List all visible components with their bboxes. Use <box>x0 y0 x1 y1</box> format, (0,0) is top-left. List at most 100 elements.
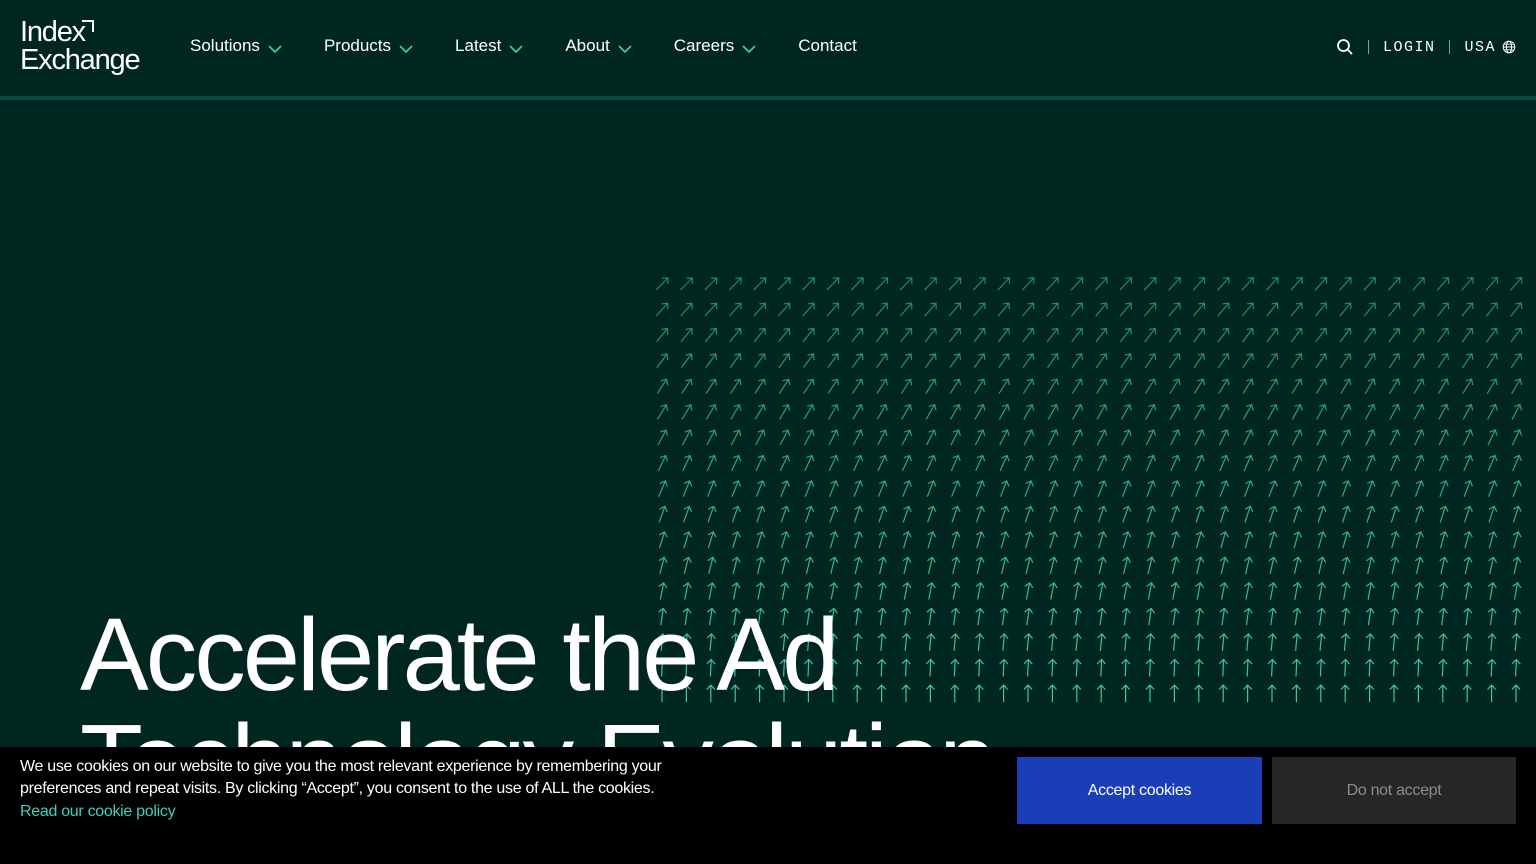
arrow-mark <box>1095 353 1108 369</box>
arrow-mark <box>1171 505 1181 523</box>
arrow-mark <box>1073 480 1083 497</box>
nav-item-about[interactable]: About <box>565 36 632 56</box>
arrow-mark <box>803 429 815 446</box>
arrow-mark <box>1293 530 1303 549</box>
arrow-mark <box>1195 505 1205 523</box>
arrow-mark <box>1510 302 1523 317</box>
arrow-mark <box>878 582 887 600</box>
arrow-mark <box>1194 403 1205 420</box>
nav-item-contact[interactable]: Contact <box>798 36 857 56</box>
arrow-mark <box>1266 353 1279 369</box>
arrow-mark <box>1414 429 1425 446</box>
accept-cookies-button[interactable]: Accept cookies <box>1017 757 1262 824</box>
arrow-mark <box>1000 582 1009 600</box>
arrow-mark <box>1096 378 1108 394</box>
nav-item-products[interactable]: Products <box>324 36 413 56</box>
arrow-mark <box>1512 454 1522 472</box>
nav-item-solutions[interactable]: Solutions <box>190 36 282 56</box>
arrow-mark <box>1462 684 1472 703</box>
arrow-mark <box>927 556 936 575</box>
index-exchange-logo[interactable]: Index Exchange <box>20 18 150 78</box>
arrow-mark <box>951 480 961 497</box>
arrow-mark <box>973 302 986 317</box>
arrow-mark <box>1097 581 1107 600</box>
arrow-mark <box>1439 581 1449 600</box>
arrow-mark <box>998 353 1010 369</box>
arrow-mark <box>1317 530 1327 549</box>
arrow-mark <box>1047 429 1059 446</box>
arrow-mark <box>1120 378 1132 394</box>
arrow-mark <box>972 277 986 291</box>
cookie-policy-link[interactable]: Read our cookie policy <box>20 801 176 823</box>
arrow-mark <box>1071 378 1084 394</box>
arrow-mark <box>804 480 815 497</box>
arrow-mark <box>926 480 937 497</box>
arrow-mark <box>1462 378 1474 395</box>
arrow-mark <box>802 277 815 291</box>
arrow-mark <box>1389 403 1401 420</box>
arrow-mark <box>1047 403 1059 420</box>
search-icon[interactable] <box>1336 38 1354 56</box>
arrow-mark <box>1194 429 1205 446</box>
arrow-mark <box>1146 530 1156 549</box>
arrow-mark <box>706 454 717 472</box>
arrow-mark <box>1023 403 1035 420</box>
arrow-mark <box>1341 556 1351 575</box>
arrow-mark <box>1363 277 1376 291</box>
arrow-mark <box>705 353 718 368</box>
arrow-mark <box>1192 277 1206 291</box>
arrow-mark <box>875 327 888 343</box>
arrow-mark <box>1462 429 1474 446</box>
arrow-mark <box>658 505 668 523</box>
arrow-mark <box>753 327 766 343</box>
nav-item-careers[interactable]: Careers <box>674 36 756 56</box>
arrow-mark <box>1487 607 1497 626</box>
arrow-mark <box>1341 581 1351 600</box>
arrow-mark <box>1144 378 1157 394</box>
arrow-mark <box>1049 530 1059 549</box>
arrow-mark <box>1241 277 1254 291</box>
arrow-mark <box>1365 581 1375 600</box>
arrow-mark <box>1120 353 1132 369</box>
nav-item-latest[interactable]: Latest <box>455 36 523 56</box>
arrow-mark <box>1437 352 1450 369</box>
arrow-mark <box>876 353 888 369</box>
arrow-mark <box>1315 327 1328 343</box>
arrow-mark <box>1171 556 1180 575</box>
arrow-mark <box>1048 582 1058 600</box>
arrow-mark <box>1437 302 1450 317</box>
arrow-mark <box>1365 454 1376 472</box>
globe-icon <box>1502 40 1516 54</box>
arrow-mark <box>1363 302 1376 317</box>
arrow-mark <box>1364 352 1376 369</box>
arrow-mark <box>949 403 961 420</box>
arrow-mark <box>974 429 986 446</box>
arrow-mark <box>803 378 815 394</box>
arrow-mark <box>1195 556 1205 575</box>
arrow-mark <box>1000 505 1010 523</box>
arrow-mark <box>804 454 815 472</box>
arrow-mark <box>852 429 864 446</box>
arrow-mark <box>1098 530 1107 549</box>
arrow-mark <box>1022 327 1035 343</box>
arrow-mark <box>1022 353 1035 369</box>
chevron-down-icon <box>268 45 282 54</box>
arrow-mark <box>1195 480 1205 497</box>
arrow-mark <box>707 505 717 523</box>
arrow-mark <box>1389 633 1399 651</box>
arrow-mark <box>1512 607 1522 626</box>
arrow-mark <box>976 530 985 549</box>
arrow-mark <box>1317 556 1327 575</box>
arrow-mark <box>1268 480 1278 497</box>
arrow-mark <box>1048 454 1059 472</box>
arrow-mark <box>805 505 815 523</box>
arrow-mark <box>1290 277 1303 291</box>
decline-cookies-button[interactable]: Do not accept <box>1272 757 1516 824</box>
arrow-mark <box>1242 403 1254 420</box>
login-link[interactable]: LOGIN <box>1383 39 1436 56</box>
arrow-mark <box>1316 403 1327 420</box>
arrow-mark <box>1122 556 1132 575</box>
arrow-mark <box>656 353 669 368</box>
arrow-mark <box>1219 581 1229 600</box>
region-selector[interactable]: USA <box>1464 39 1516 56</box>
